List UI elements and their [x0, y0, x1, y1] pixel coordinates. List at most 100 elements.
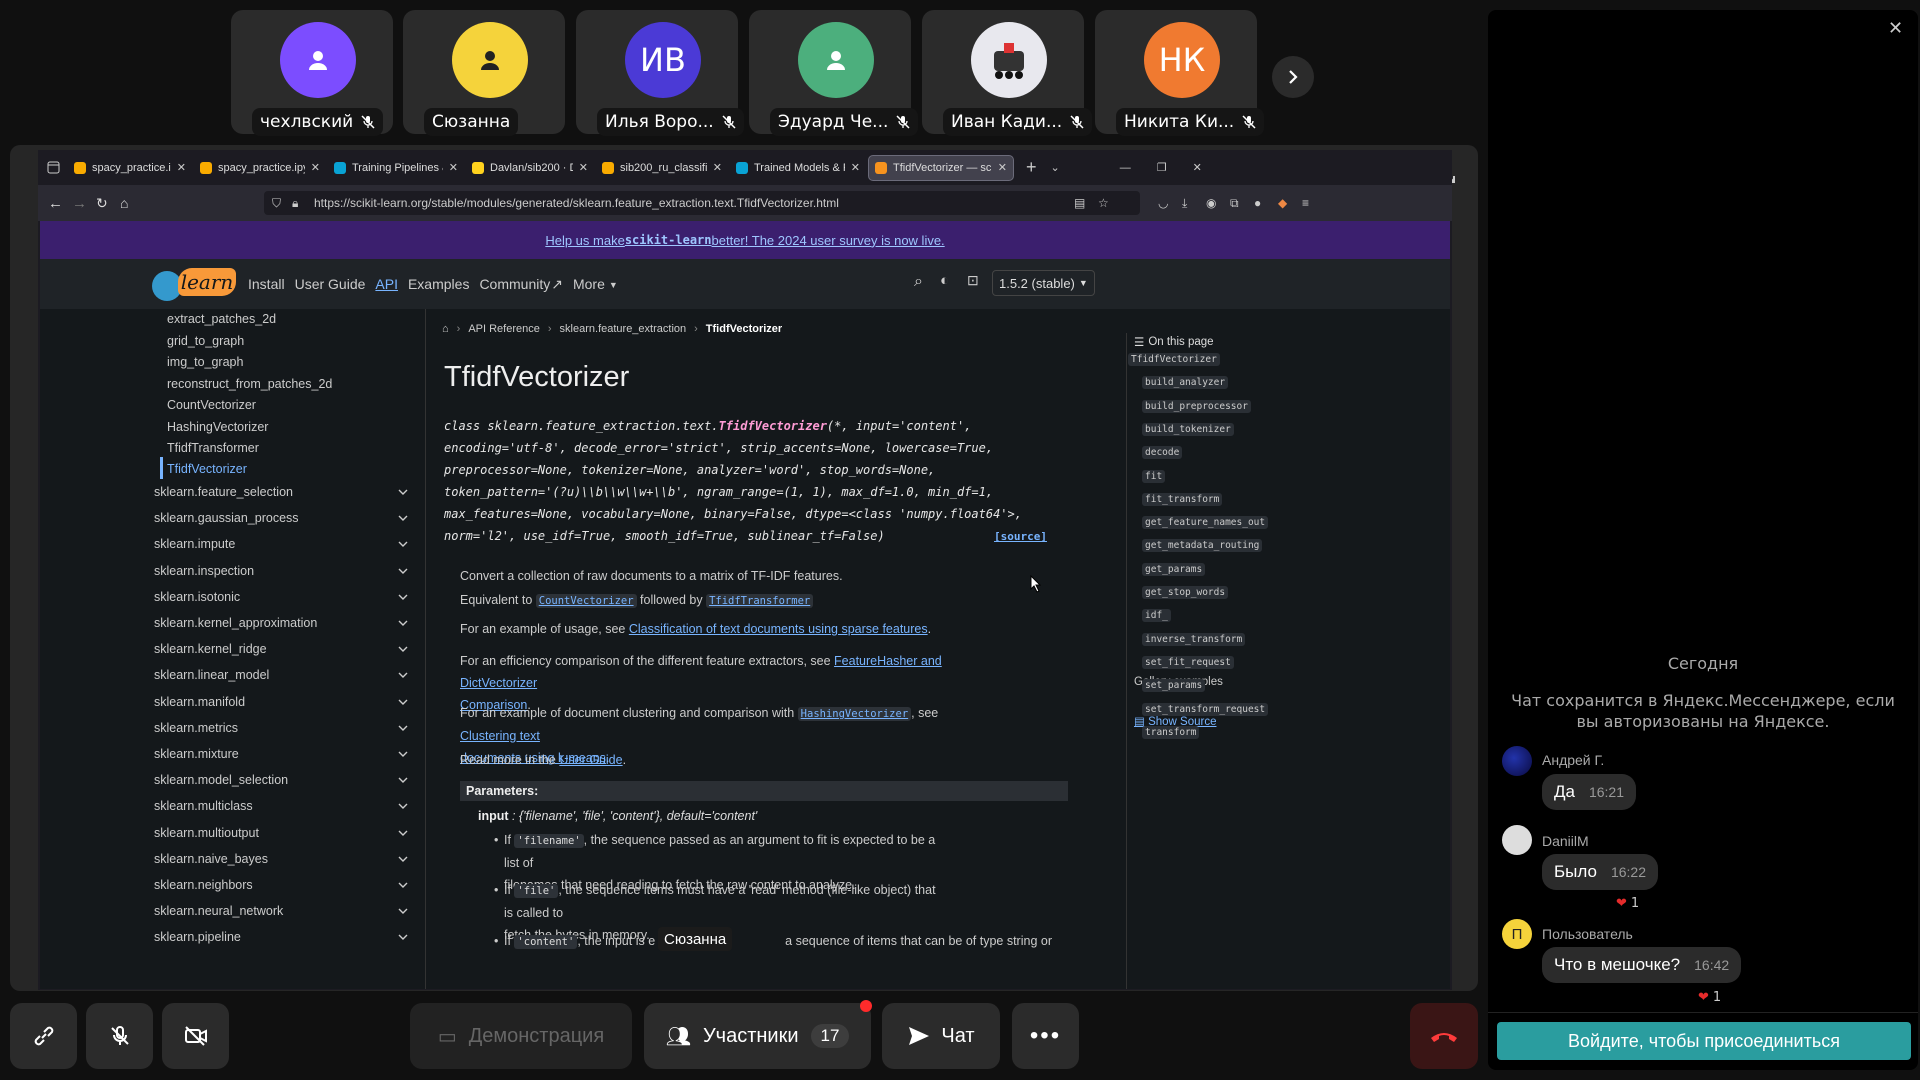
sidebar-module[interactable]: sklearn.kernel_approximation	[154, 613, 317, 633]
chevron-down-icon[interactable]	[398, 749, 408, 759]
chevron-down-icon[interactable]	[398, 697, 408, 707]
bookmark-star-icon[interactable]: ☆	[1098, 196, 1109, 210]
sidebar-module[interactable]: sklearn.impute	[154, 534, 235, 554]
toc-item[interactable]: transform	[1142, 725, 1200, 739]
sidebar-module[interactable]: sklearn.inspection	[154, 561, 254, 581]
sidebar-module[interactable]: sklearn.mixture	[154, 744, 239, 764]
chevron-down-icon[interactable]	[398, 854, 408, 864]
browser-tab[interactable]: spacy_practice.ipynb - Cola ✕	[68, 155, 192, 181]
toc-item[interactable]: set_transform_request	[1142, 702, 1269, 716]
next-participants-button[interactable]	[1272, 56, 1314, 98]
address-bar[interactable]: ⛉ 🔒︎ https://scikit-learn.org/stable/mod…	[264, 191, 1140, 215]
camera-button[interactable]	[162, 1003, 229, 1069]
toc-item[interactable]: fit_transform	[1142, 492, 1223, 506]
toc-item[interactable]: build_analyzer	[1142, 376, 1229, 390]
hashingvectorizer-link[interactable]: HashingVectorizer	[797, 707, 912, 721]
nav-link-install[interactable]: Install	[248, 276, 285, 294]
account-icon[interactable]: ◉	[1206, 196, 1216, 210]
close-tab-icon[interactable]: ✕	[177, 161, 186, 174]
toc-item[interactable]: get_metadata_routing	[1142, 539, 1263, 553]
toc-item[interactable]: set_params	[1142, 679, 1206, 693]
chevron-down-icon[interactable]	[398, 644, 408, 654]
pocket-icon[interactable]: ◡	[1158, 196, 1168, 210]
chevron-down-icon[interactable]	[398, 828, 408, 838]
toc-item[interactable]: TfidfVectorizer	[1128, 353, 1220, 366]
chevron-down-icon[interactable]	[398, 932, 408, 942]
sidebar-module[interactable]: sklearn.linear_model	[154, 665, 269, 685]
browser-tab[interactable]: Trained Models & Pipeline ✕	[730, 155, 866, 181]
toc-item[interactable]: set_fit_request	[1142, 655, 1234, 669]
close-tab-icon[interactable]: ✕	[449, 161, 458, 174]
chevron-down-icon[interactable]	[398, 670, 408, 680]
extension-dot-icon[interactable]: ●	[1254, 196, 1261, 210]
sidebar-item[interactable]: HashingVectorizer	[167, 417, 268, 437]
sidebar-module[interactable]: sklearn.pipeline	[154, 927, 241, 947]
participant-tile[interactable]: НК Никита Ки...	[1095, 10, 1265, 136]
nav-link-examples[interactable]: Examples	[408, 276, 469, 294]
sidebar-item[interactable]: img_to_graph	[167, 352, 243, 372]
search-icon[interactable]: ⌕	[914, 273, 923, 291]
chevron-down-icon[interactable]	[398, 539, 408, 549]
breadcrumb-feature-extraction[interactable]: sklearn.feature_extraction	[560, 323, 687, 335]
download-icon[interactable]: ⤓	[1182, 196, 1187, 211]
sidebar-module[interactable]: sklearn.naive_bayes	[154, 849, 268, 869]
minimize-button[interactable]: —	[1120, 162, 1131, 174]
toc-item[interactable]: get_params	[1142, 562, 1206, 576]
toc-item[interactable]: get_stop_words	[1142, 586, 1229, 599]
countvectorizer-link[interactable]: CountVectorizer	[535, 594, 637, 608]
breadcrumb-api-reference[interactable]: API Reference	[468, 323, 540, 335]
chevron-down-icon[interactable]	[398, 723, 408, 733]
toc-item[interactable]: idf_	[1142, 609, 1171, 623]
toc-item[interactable]: fit	[1142, 469, 1166, 483]
toc-item[interactable]: build_preprocessor	[1142, 399, 1251, 413]
sidebar-module[interactable]: sklearn.kernel_ridge	[154, 639, 267, 659]
chevron-down-icon[interactable]	[398, 801, 408, 811]
tab-list-icon[interactable]	[38, 161, 68, 174]
sidebar-module[interactable]: sklearn.multioutput	[154, 823, 259, 843]
reaction-heart[interactable]: ❤ 1	[1616, 896, 1639, 911]
toc-item[interactable]: decode	[1142, 446, 1183, 460]
microphone-button[interactable]	[86, 1003, 153, 1069]
close-tab-icon[interactable]: ✕	[579, 161, 588, 174]
chevron-down-icon[interactable]	[398, 592, 408, 602]
participant-tile[interactable]: Сюзанна	[403, 10, 565, 136]
browser-tab[interactable]: sib200_ru_classification.ipy ✕	[596, 155, 728, 181]
browser-tab[interactable]: spacy_practice.ipynb - Cola ✕	[194, 155, 326, 181]
nav-link-user-guide[interactable]: User Guide	[295, 276, 366, 294]
participant-tile[interactable]: Иван Кади...	[922, 10, 1093, 136]
sidebar-module[interactable]: sklearn.manifold	[154, 692, 245, 712]
sidebar-item[interactable]: CountVectorizer	[167, 395, 256, 415]
participant-tile[interactable]: ИВ Илья Воро...	[576, 10, 744, 136]
close-tab-icon[interactable]: ✕	[851, 161, 860, 174]
classification-example-link[interactable]: Classification of text documents using s…	[629, 622, 928, 636]
version-dropdown[interactable]: 1.5.2 (stable) ▼	[992, 270, 1095, 296]
browser-tab[interactable]: Training Pipelines & Model ✕	[328, 155, 464, 181]
sidebar-item[interactable]: TfidfVectorizer	[167, 459, 247, 479]
reaction-heart[interactable]: ❤ 1	[1698, 990, 1721, 1005]
extensions-icon[interactable]: ⧉	[1230, 196, 1239, 211]
sidebar-module[interactable]: sklearn.neural_network	[154, 901, 283, 921]
close-tab-icon[interactable]: ✕	[713, 161, 722, 174]
chevron-down-icon[interactable]	[398, 566, 408, 576]
shortcut-icon[interactable]: ⊡	[967, 272, 979, 289]
clustering-link[interactable]: Clustering text	[460, 729, 540, 743]
sidebar-module[interactable]: sklearn.model_selection	[154, 770, 288, 790]
home-icon[interactable]: ⌂	[120, 195, 128, 211]
join-button[interactable]: Войдите, чтобы присоединиться	[1497, 1022, 1911, 1060]
restore-button[interactable]: ❐	[1157, 161, 1167, 174]
tfidftransformer-link[interactable]: TfidfTransformer	[706, 594, 814, 608]
close-tab-icon[interactable]: ✕	[998, 161, 1007, 174]
participant-tile[interactable]: Эдуард Че...	[749, 10, 919, 136]
sidebar-item[interactable]: reconstruct_from_patches_2d	[167, 374, 332, 394]
close-chat-button[interactable]: ✕	[1888, 18, 1903, 39]
browser-tab[interactable]: Davlan/sib200 · Datasets at ✕	[466, 155, 594, 181]
toc-item[interactable]: build_tokenizer	[1142, 422, 1234, 436]
sidebar-module[interactable]: sklearn.feature_selection	[154, 482, 293, 502]
sidebar-module[interactable]: sklearn.neighbors	[154, 875, 253, 895]
sidebar-item[interactable]: grid_to_graph	[167, 331, 244, 351]
survey-banner[interactable]: Help us make scikit-learn better! The 20…	[40, 221, 1450, 259]
chat-button[interactable]: Чат	[882, 1003, 1000, 1069]
sidebar-module[interactable]: sklearn.gaussian_process	[154, 508, 299, 528]
sidebar-module[interactable]: sklearn.metrics	[154, 718, 238, 738]
sidebar-item[interactable]: extract_patches_2d	[167, 309, 276, 329]
